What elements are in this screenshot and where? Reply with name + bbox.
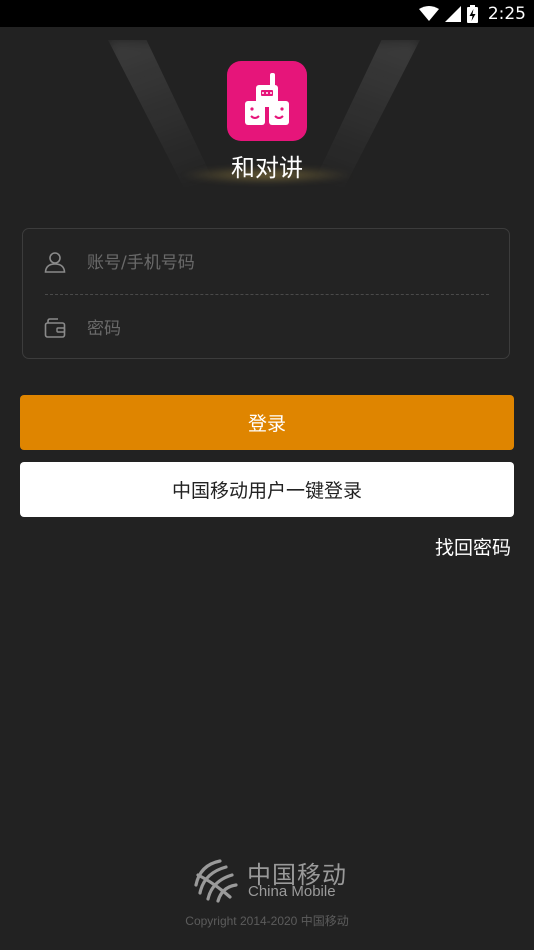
password-input[interactable]: [85, 313, 489, 345]
china-mobile-one-key-login-button[interactable]: 中国移动用户一键登录: [20, 462, 514, 517]
china-mobile-logo: 中国移动 China Mobile: [190, 855, 350, 905]
password-field-row: [23, 295, 509, 360]
app-name: 和对讲: [231, 154, 303, 182]
login-screen: 2:25 和对讲 账号/手机号码 登录 中国移动用户一键登录 找回密码 中国移动…: [0, 0, 534, 950]
wifi-icon: [418, 6, 439, 21]
login-form: [22, 228, 510, 359]
forgot-password-link[interactable]: 找回密码: [435, 533, 511, 560]
signal-icon: [444, 6, 461, 22]
brand-name-english: China Mobile: [248, 883, 336, 900]
user-icon: [44, 252, 66, 273]
account-input[interactable]: [85, 247, 489, 279]
copyright-text: Copyright 2014-2020 中国移动: [185, 914, 349, 928]
status-icons: 2:25: [418, 4, 526, 24]
status-time: 2:25: [487, 4, 526, 24]
battery-charging-icon: [466, 5, 478, 23]
login-button[interactable]: 登录: [20, 395, 514, 450]
walkie-talkie-app-icon: [227, 61, 307, 141]
wallet-lock-icon: [44, 318, 66, 338]
account-field-row: [23, 229, 509, 294]
china-mobile-mark-icon: [194, 859, 238, 903]
status-bar: 2:25: [0, 0, 534, 27]
